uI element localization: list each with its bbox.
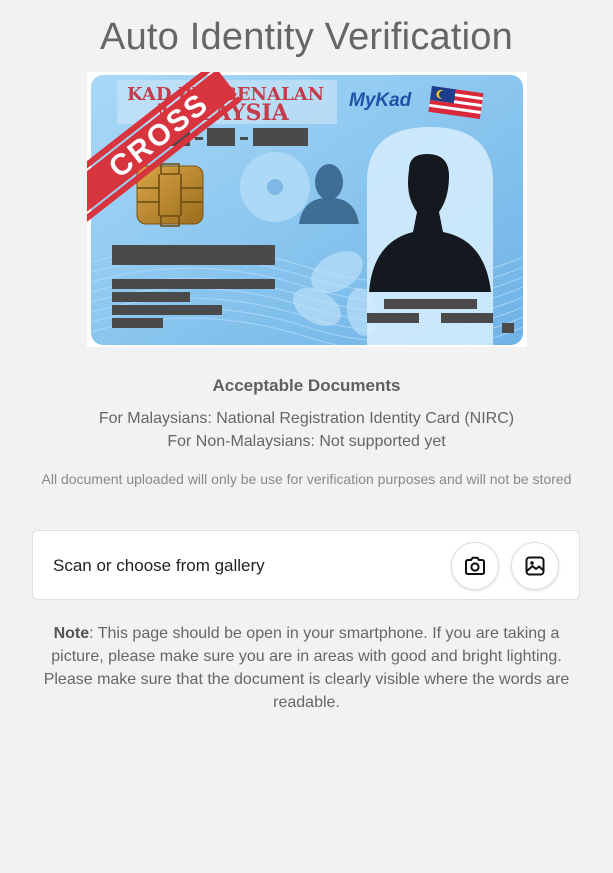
note-label: Note <box>53 625 90 642</box>
acceptable-documents-heading: Acceptable Documents <box>212 376 401 395</box>
id-card-sample-image: KAD PENGENALAN MALAYSIA MyKad <box>87 72 527 347</box>
note-body: : This page should be open in your smart… <box>43 625 570 711</box>
upload-panel: Scan or choose from gallery <box>32 530 580 600</box>
scan-camera-button[interactable] <box>451 542 499 590</box>
page-title: Auto Identity Verification <box>100 16 513 58</box>
storage-disclaimer: All document uploaded will only be use f… <box>41 471 572 487</box>
camera-icon <box>465 556 485 575</box>
non-malaysians-document-line: For Non-Malaysians: Not supported yet <box>167 433 446 450</box>
svg-text:MyKad: MyKad <box>349 90 412 111</box>
image-icon <box>525 556 545 576</box>
malaysians-document-line: For Malaysians: National Registration Id… <box>98 410 515 427</box>
upload-label: Scan or choose from gallery <box>53 556 265 575</box>
choose-gallery-button[interactable] <box>511 542 559 590</box>
note-text: Note: This page should be open in your s… <box>36 622 577 714</box>
